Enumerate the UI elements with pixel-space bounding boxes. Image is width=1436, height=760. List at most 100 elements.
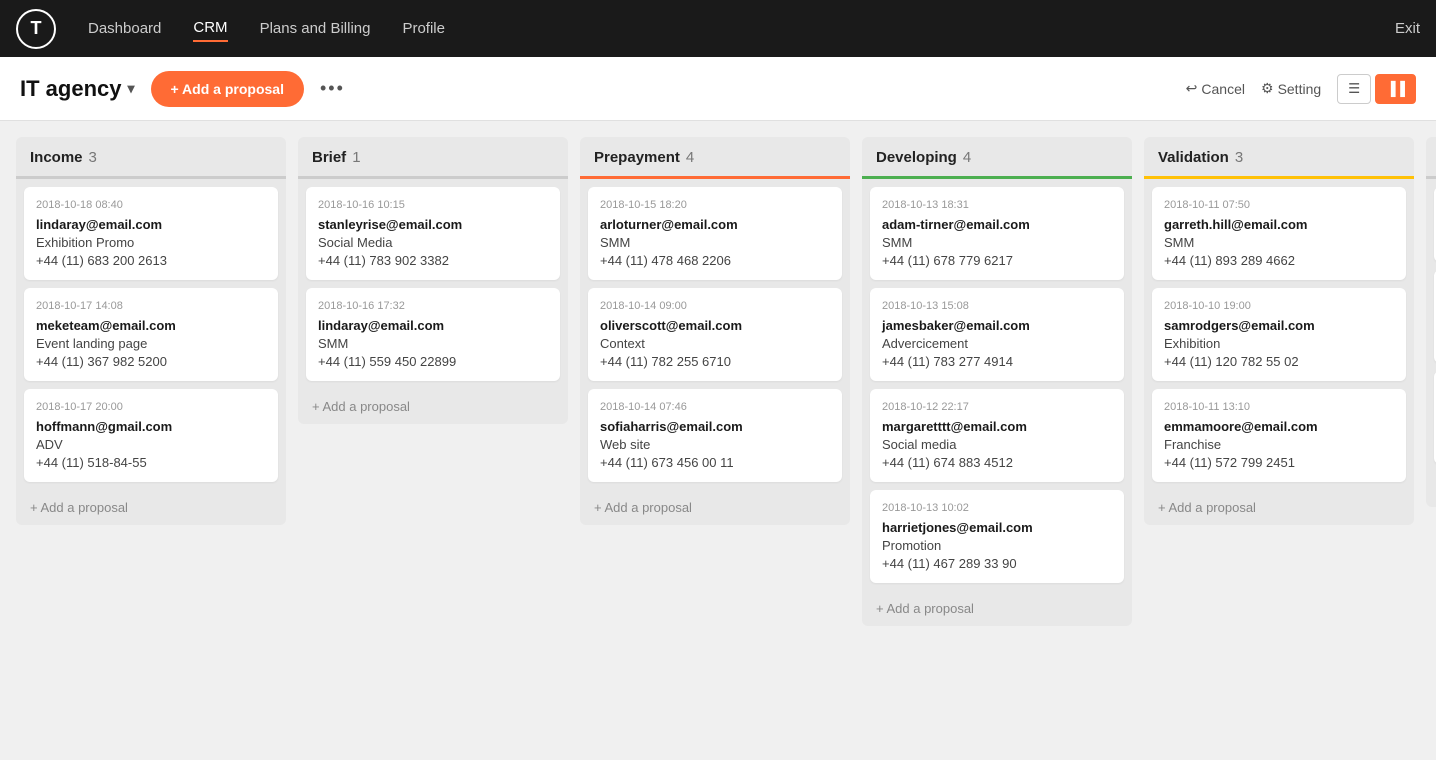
- card-phone: +44 (11) 674 883 4512: [882, 455, 1112, 470]
- column-count: 1: [352, 149, 360, 166]
- column-header-brief: Brief 1: [298, 137, 568, 179]
- table-row[interactable]: 2018-10-18 08:40 lindaray@email.com Exhi…: [24, 187, 278, 280]
- card-email: jamesbaker@email.com: [882, 318, 1112, 333]
- column-label: Income: [30, 149, 83, 166]
- table-row[interactable]: 2018-10-17 14:08 meketeam@email.com Even…: [24, 288, 278, 381]
- card-phone: +44 (11) 782 255 6710: [600, 354, 830, 369]
- column-income: Income 3 2018-10-18 08:40 lindaray@email…: [16, 137, 286, 525]
- card-phone: +44 (11) 572 799 2451: [1164, 455, 1394, 470]
- more-options-button[interactable]: •••: [320, 78, 345, 99]
- card-email: samrodgers@email.com: [1164, 318, 1394, 333]
- exit-button[interactable]: Exit: [1395, 20, 1420, 37]
- card-desc: Advercicement: [882, 336, 1112, 351]
- add-proposal-validation[interactable]: + Add a proposal: [1144, 490, 1414, 525]
- column-header-income: Income 3: [16, 137, 286, 179]
- column-count: 4: [963, 149, 971, 166]
- card-desc: ADV: [36, 437, 266, 452]
- card-phone: +44 (11) 478 468 2206: [600, 253, 830, 268]
- table-row[interactable]: 2018-10-17 20:00 hoffmann@gmail.com ADV …: [24, 389, 278, 482]
- table-row[interactable]: 2018-10-13 10:02 harrietjones@email.com …: [870, 490, 1124, 583]
- gear-icon: ⚙: [1261, 80, 1274, 97]
- column-header-developing: Developing 4: [862, 137, 1132, 179]
- column-body-brief: 2018-10-16 10:15 stanleyrise@email.com S…: [298, 179, 568, 389]
- table-row[interactable]: 2018-10-13 18:31 adam-tirner@email.com S…: [870, 187, 1124, 280]
- column-label: Prepayment: [594, 149, 680, 166]
- add-proposal-developing[interactable]: + Add a proposal: [862, 591, 1132, 626]
- table-row[interactable]: 2018-10-15 18:20 arloturner@email.com SM…: [588, 187, 842, 280]
- cancel-button[interactable]: ↩ Cancel: [1186, 80, 1245, 97]
- card-date: 2018-10-16 10:15: [318, 199, 548, 211]
- card-date: 2018-10-18 08:40: [36, 199, 266, 211]
- setting-label: Setting: [1278, 81, 1322, 97]
- nav-dashboard[interactable]: Dashboard: [88, 16, 161, 41]
- nav-profile[interactable]: Profile: [402, 16, 445, 41]
- board-view-button[interactable]: ▐▐: [1375, 74, 1416, 104]
- workspace-name: IT agency: [20, 76, 121, 102]
- table-row[interactable]: 2018-10-14 07:46 sofiaharris@email.com W…: [588, 389, 842, 482]
- card-date: 2018-10-14 09:00: [600, 300, 830, 312]
- card-desc: SMM: [318, 336, 548, 351]
- card-email: adam-tirner@email.com: [882, 217, 1112, 232]
- column-label: Brief: [312, 149, 346, 166]
- table-row[interactable]: 2018-10-10 19:00 samrodgers@email.com Ex…: [1152, 288, 1406, 381]
- add-proposal-prepayment[interactable]: + Add a proposal: [580, 490, 850, 525]
- card-email: emmamoore@email.com: [1164, 419, 1394, 434]
- column-body-payment: 2018-10-... teddy.gr... +44 (11)... 2018…: [1426, 179, 1436, 472]
- workspace-title: IT agency ▾: [20, 76, 135, 102]
- column-validation: Validation 3 2018-10-11 07:50 garreth.hi…: [1144, 137, 1414, 525]
- add-proposal-brief[interactable]: + Add a proposal: [298, 389, 568, 424]
- card-phone: +44 (11) 518-84-55: [36, 455, 266, 470]
- table-row[interactable]: 2018-10-16 17:32 lindaray@email.com SMM …: [306, 288, 560, 381]
- column-count: 3: [1235, 149, 1243, 166]
- add-proposal-payment[interactable]: + Add a proposal: [1426, 472, 1436, 507]
- card-email: sofiaharris@email.com: [600, 419, 830, 434]
- card-date: 2018-10-13 10:02: [882, 502, 1112, 514]
- card-phone: +44 (11) 783 277 4914: [882, 354, 1112, 369]
- table-row[interactable]: 2018-10-14 09:00 oliverscott@email.com C…: [588, 288, 842, 381]
- column-prepayment: Prepayment 4 2018-10-15 18:20 arloturner…: [580, 137, 850, 525]
- card-desc: Context: [600, 336, 830, 351]
- card-phone: +44 (11) 678 779 6217: [882, 253, 1112, 268]
- cancel-label: Cancel: [1201, 81, 1245, 97]
- logo[interactable]: T: [16, 9, 56, 49]
- card-desc: Exhibition Promo: [36, 235, 266, 250]
- card-phone: +44 (11) 120 782 55 02: [1164, 354, 1394, 369]
- card-phone: +44 (11) 673 456 00 11: [600, 455, 830, 470]
- card-phone: +44 (11) 367 982 5200: [36, 354, 266, 369]
- table-row[interactable]: 2018-10-12 22:17 margaretttt@email.com S…: [870, 389, 1124, 482]
- list-view-button[interactable]: ☰: [1337, 74, 1371, 104]
- card-date: 2018-10-10 19:00: [1164, 300, 1394, 312]
- card-email: hoffmann@gmail.com: [36, 419, 266, 434]
- table-row[interactable]: 2018-10-16 10:15 stanleyrise@email.com S…: [306, 187, 560, 280]
- cancel-icon: ↩: [1186, 80, 1198, 97]
- workspace-chevron-icon[interactable]: ▾: [127, 80, 134, 97]
- nav-crm[interactable]: CRM: [193, 15, 227, 42]
- card-date: 2018-10-13 15:08: [882, 300, 1112, 312]
- nav-plans[interactable]: Plans and Billing: [260, 16, 371, 41]
- column-brief: Brief 1 2018-10-16 10:15 stanleyrise@ema…: [298, 137, 568, 424]
- card-desc: SMM: [1164, 235, 1394, 250]
- table-row[interactable]: 2018-10-13 15:08 jamesbaker@email.com Ad…: [870, 288, 1124, 381]
- card-desc: Exhibition: [1164, 336, 1394, 351]
- card-phone: +44 (11) 559 450 22899: [318, 354, 548, 369]
- column-payment: Payment 3 2018-10-... teddy.gr... +44 (1…: [1426, 137, 1436, 507]
- column-header-validation: Validation 3: [1144, 137, 1414, 179]
- card-email: garreth.hill@email.com: [1164, 217, 1394, 232]
- card-desc: Web site: [600, 437, 830, 452]
- setting-button[interactable]: ⚙ Setting: [1261, 80, 1321, 97]
- card-phone: +44 (11) 893 289 4662: [1164, 253, 1394, 268]
- card-desc: SMM: [600, 235, 830, 250]
- table-row[interactable]: 2018-10-11 07:50 garreth.hill@email.com …: [1152, 187, 1406, 280]
- column-count: 4: [686, 149, 694, 166]
- board: Income 3 2018-10-18 08:40 lindaray@email…: [0, 121, 1436, 760]
- card-date: 2018-10-17 14:08: [36, 300, 266, 312]
- add-proposal-button[interactable]: + Add a proposal: [151, 71, 304, 107]
- card-desc: Social Media: [318, 235, 548, 250]
- card-date: 2018-10-16 17:32: [318, 300, 548, 312]
- card-date: 2018-10-13 18:31: [882, 199, 1112, 211]
- view-toggle: ☰ ▐▐: [1337, 74, 1416, 104]
- add-proposal-income[interactable]: + Add a proposal: [16, 490, 286, 525]
- table-row[interactable]: 2018-10-11 13:10 emmamoore@email.com Fra…: [1152, 389, 1406, 482]
- card-email: harrietjones@email.com: [882, 520, 1112, 535]
- sub-header: IT agency ▾ + Add a proposal ••• ↩ Cance…: [0, 57, 1436, 121]
